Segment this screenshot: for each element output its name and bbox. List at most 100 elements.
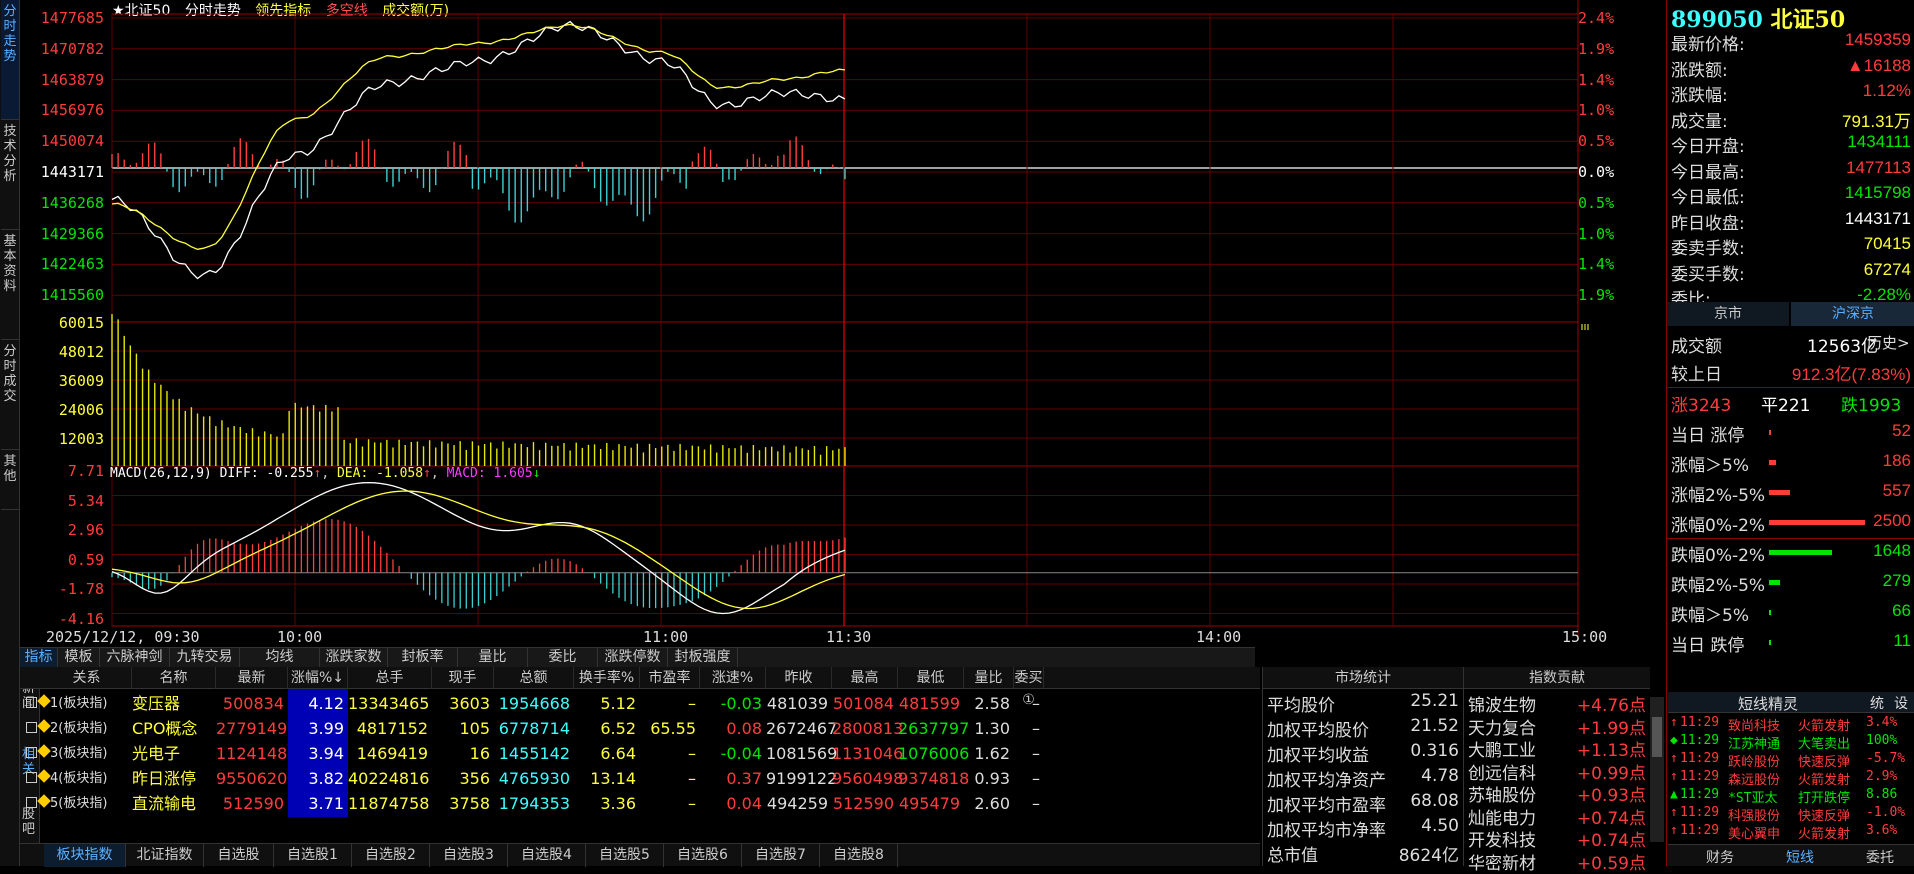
indicator-tab[interactable]: 指标 bbox=[20, 648, 58, 668]
column-header[interactable]: 委买① bbox=[1014, 667, 1044, 708]
shortline-item[interactable]: ◆ 11:29 江苏神通 大笔卖出 100% bbox=[1668, 733, 1914, 752]
index-contribution-panel: 指数贡献 锦波生物 +4.76点 天力复合 +1.99点 大鹏工业 +1.13点 创远信科 +… bbox=[1463, 667, 1650, 874]
row-checkbox[interactable] bbox=[26, 697, 37, 708]
indicator-tab[interactable]: 封板率 bbox=[388, 648, 458, 668]
contrib-value: +0.74点 bbox=[1576, 831, 1646, 851]
table-cell[interactable]: 光电子 bbox=[132, 741, 212, 766]
quote-label: 委卖手数: bbox=[1671, 239, 1745, 259]
column-header[interactable]: 总手 bbox=[348, 667, 432, 689]
indicator-tab[interactable]: 九转交易 bbox=[170, 648, 240, 668]
column-header[interactable]: 最低 bbox=[898, 667, 964, 689]
table-cell: 494259 bbox=[766, 794, 828, 813]
contrib-row[interactable]: 锦波生物 +4.76点 bbox=[1468, 691, 1646, 716]
indicator-tab[interactable]: 均线 bbox=[240, 648, 320, 668]
tab-finance[interactable]: 财务 bbox=[1706, 847, 1734, 867]
table-cell: 6.52 bbox=[600, 719, 636, 738]
table-cell: 3.36 bbox=[600, 794, 636, 813]
contrib-value: +0.93点 bbox=[1576, 786, 1646, 806]
row-checkbox[interactable] bbox=[26, 747, 37, 758]
watchlist-tab[interactable]: 板块指数 bbox=[44, 844, 126, 867]
row-checkbox[interactable] bbox=[26, 772, 37, 783]
contrib-scrollbar[interactable] bbox=[1650, 697, 1664, 842]
watchlist-tab[interactable]: 自选股6 bbox=[664, 844, 742, 867]
watchlist-tab[interactable]: 自选股1 bbox=[274, 844, 352, 867]
distribution-row: 跌幅＞5% 66 bbox=[1671, 601, 1911, 626]
watchlist-tab[interactable]: 自选股7 bbox=[742, 844, 820, 867]
watchlist-tab[interactable]: 自选股8 bbox=[820, 844, 898, 867]
tab-all-market[interactable]: 沪深京 bbox=[1791, 302, 1914, 326]
column-header[interactable]: 总额 bbox=[494, 667, 574, 689]
indicator-tab[interactable]: 六脉神剑 bbox=[100, 648, 170, 668]
column-header[interactable]: 昨收 bbox=[766, 667, 832, 689]
indicator-tab[interactable]: 模板 bbox=[58, 648, 100, 668]
column-header[interactable]: 换手率% bbox=[574, 667, 640, 689]
contrib-row[interactable]: 灿能电力 +0.74点 bbox=[1468, 804, 1646, 829]
watchlist-tab[interactable]: 自选股5 bbox=[586, 844, 664, 867]
row-checkbox[interactable] bbox=[26, 797, 37, 808]
watchlist-tab[interactable]: 自选股 bbox=[204, 844, 274, 867]
tab-shortline[interactable]: 短线 bbox=[1786, 847, 1814, 867]
distribution-label: 当日 涨停 bbox=[1671, 426, 1745, 446]
distribution-row: 跌幅0%-2% 1648 bbox=[1671, 541, 1911, 566]
table-cell[interactable]: 直流输电 bbox=[132, 791, 212, 816]
shortline-item[interactable]: ↑ 11:29 致尚科技 火箭发射 3.4% bbox=[1668, 715, 1914, 734]
table-cell[interactable]: 变压器 bbox=[132, 691, 212, 716]
percent-tick: 0.5% bbox=[1578, 132, 1615, 151]
history-link[interactable]: 历史> bbox=[1867, 332, 1910, 353]
watchlist-tab[interactable]: 自选股2 bbox=[352, 844, 430, 867]
shortline-item[interactable]: ▲ 11:29 *ST亚太 打开跌停 8.86 bbox=[1668, 787, 1914, 806]
table-cell: 1(板块指) bbox=[50, 696, 108, 711]
table-cell[interactable]: CPO概念 bbox=[132, 716, 212, 741]
contrib-row[interactable]: 开发科技 +0.74点 bbox=[1468, 826, 1646, 851]
shortline-stat-tab[interactable]: 统 bbox=[1870, 693, 1884, 713]
contrib-row[interactable]: 创远信科 +0.99点 bbox=[1468, 759, 1646, 784]
stat-row: 加权平均市净率 4.50 bbox=[1267, 816, 1459, 841]
scrollbar-thumb[interactable] bbox=[1652, 717, 1662, 757]
shortline-item[interactable]: ↑ 11:29 美心翼申 火箭发射 3.6% bbox=[1668, 823, 1914, 842]
shortline-settings-tab[interactable]: 设 bbox=[1894, 693, 1908, 713]
shortline-arrow: ↑ bbox=[1670, 715, 1678, 730]
percent-tick: 1.9% bbox=[1578, 286, 1615, 305]
column-header[interactable]: 最高 bbox=[832, 667, 898, 689]
table-cell: – bbox=[688, 769, 696, 788]
indicator-tab[interactable]: 涨跌家数 bbox=[320, 648, 388, 668]
column-header[interactable]: 最新 bbox=[216, 667, 288, 689]
contrib-value: +0.74点 bbox=[1576, 808, 1646, 829]
indicator-tab[interactable]: 封板强度 bbox=[668, 648, 738, 668]
table-cell: 1.62 bbox=[974, 744, 1010, 763]
contrib-row[interactable]: 大鹏工业 +1.13点 bbox=[1468, 736, 1646, 761]
shortline-item[interactable]: ↑ 11:29 跃岭股份 快速反弹 -5.7% bbox=[1668, 751, 1914, 770]
table-cell: 2637797 bbox=[898, 719, 970, 738]
price-chart[interactable] bbox=[0, 0, 1666, 640]
shortline-item[interactable]: ↑ 11:29 科强股份 快速反弹 -1.0% bbox=[1668, 805, 1914, 824]
column-header[interactable]: 涨速% bbox=[700, 667, 766, 689]
tab-bj-market[interactable]: 京市 bbox=[1667, 302, 1789, 326]
table-cell[interactable]: 昨日涨停 bbox=[132, 766, 212, 791]
row-checkbox[interactable] bbox=[26, 722, 37, 733]
table-cell: 0.04 bbox=[726, 794, 762, 813]
contrib-row[interactable]: 苏轴股份 +0.93点 bbox=[1468, 781, 1646, 806]
macd-tick: 0.59 bbox=[67, 550, 104, 569]
indicator-tab[interactable]: 委比 bbox=[528, 648, 598, 668]
column-header[interactable]: 涨幅%↓ bbox=[288, 667, 348, 689]
shortline-time: 11:29 bbox=[1680, 751, 1720, 766]
watchlist-tab[interactable]: 北证指数 bbox=[126, 844, 204, 867]
contrib-row[interactable]: 华密新材 +0.59点 bbox=[1468, 849, 1646, 874]
watchlist-tab[interactable]: 自选股3 bbox=[430, 844, 508, 867]
column-header[interactable]: 现手 bbox=[432, 667, 494, 689]
column-header[interactable]: 市盈率 bbox=[640, 667, 700, 689]
distribution-row: 当日 跌停 11 bbox=[1671, 631, 1911, 656]
volume-tick: 12003 bbox=[58, 430, 104, 448]
tab-orders[interactable]: 委托 bbox=[1866, 847, 1894, 867]
contrib-row[interactable]: 天力复合 +1.99点 bbox=[1468, 714, 1646, 739]
time-tick: 15:00 bbox=[1562, 628, 1608, 646]
column-header[interactable]: 关系 bbox=[42, 667, 132, 689]
column-header[interactable]: 量比 bbox=[964, 667, 1014, 689]
indicator-tab[interactable]: 量比 bbox=[458, 648, 528, 668]
distribution-label: 涨幅＞5% bbox=[1671, 456, 1749, 476]
shortline-item[interactable]: ↑ 11:29 森远股份 火箭发射 2.9% bbox=[1668, 769, 1914, 788]
indicator-tab[interactable]: 涨跌停数 bbox=[598, 648, 668, 668]
watchlist-tab[interactable]: 自选股4 bbox=[508, 844, 586, 867]
column-header[interactable]: 名称 bbox=[132, 667, 216, 689]
macd-dea: DEA: -1.058 bbox=[336, 466, 424, 481]
